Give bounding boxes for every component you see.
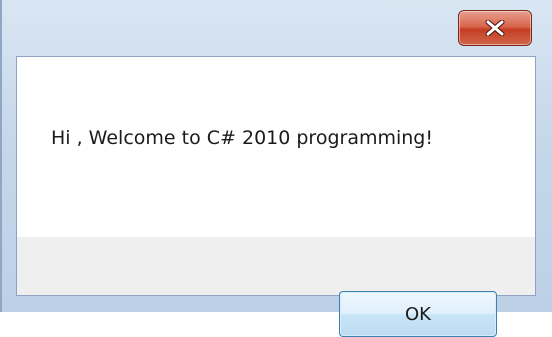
title-bar[interactable] [0, 0, 552, 60]
message-box-window: Hi , Welcome to C# 2010 programming! OK [0, 0, 552, 337]
message-area: Hi , Welcome to C# 2010 programming! [17, 57, 535, 237]
close-icon [484, 20, 506, 36]
dialog-client-area: Hi , Welcome to C# 2010 programming! OK [16, 56, 536, 337]
button-bar: OK [17, 237, 535, 337]
message-text: Hi , Welcome to C# 2010 programming! [51, 127, 433, 149]
close-button[interactable] [458, 10, 532, 46]
ok-button[interactable]: OK [339, 291, 497, 337]
